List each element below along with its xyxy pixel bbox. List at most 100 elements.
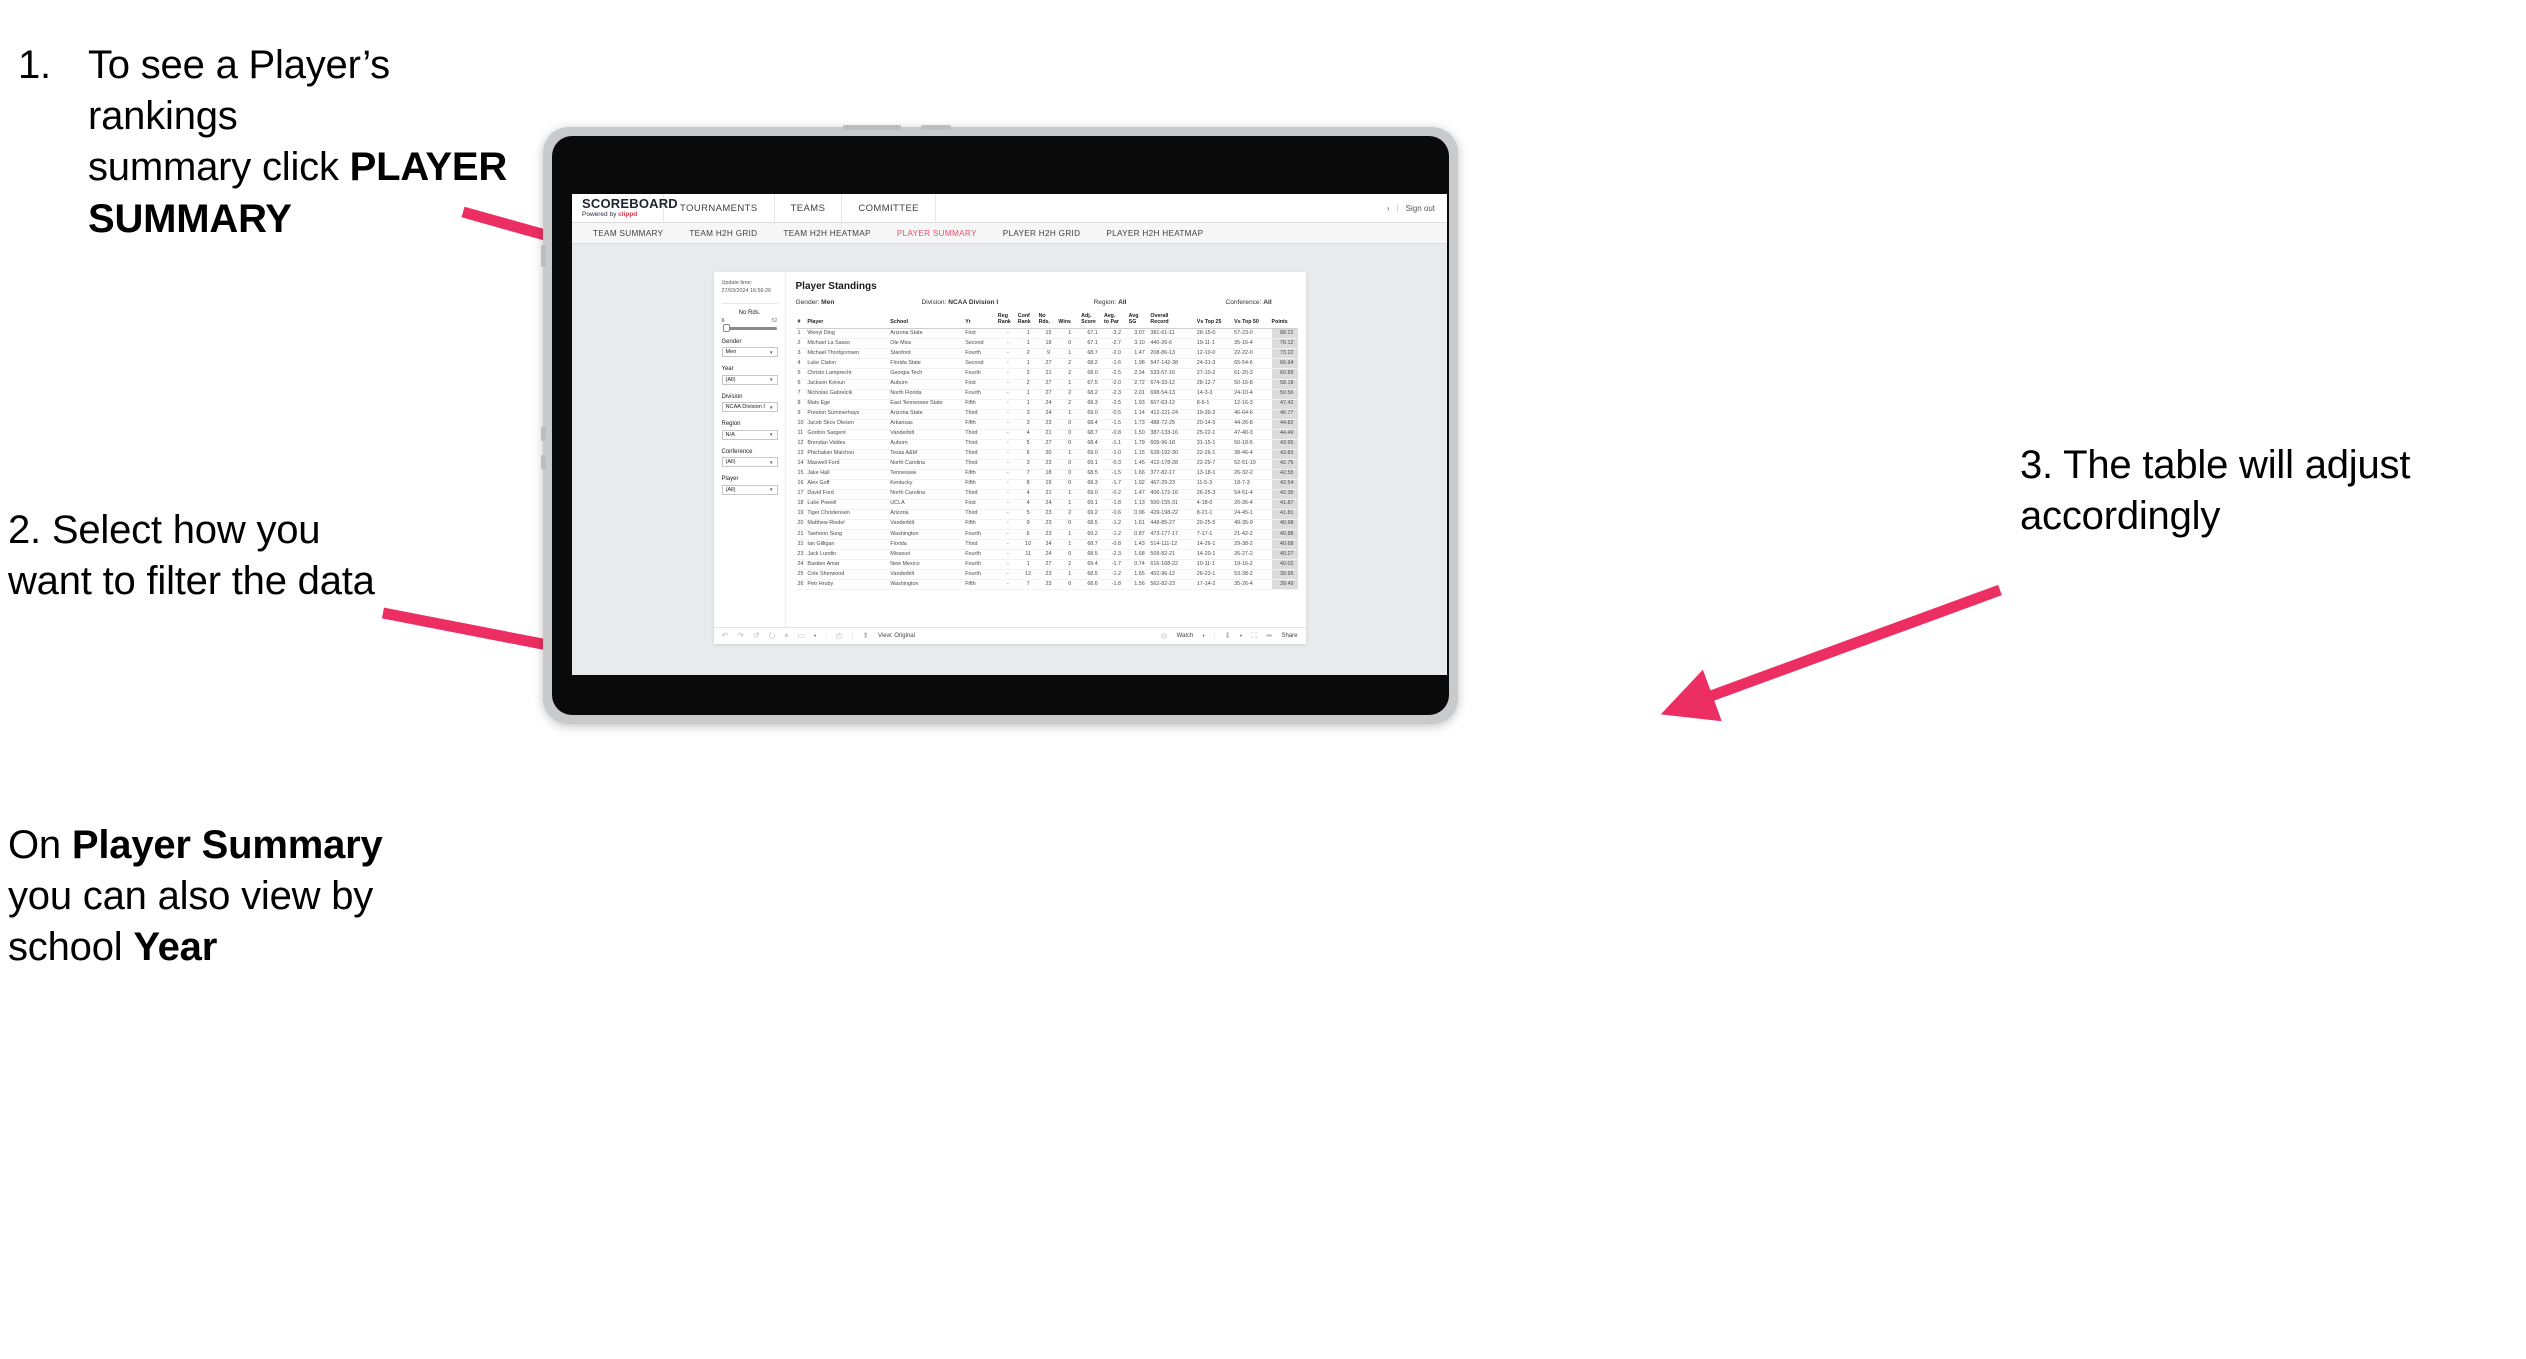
table-row[interactable]: 9 Preston Summerhays Arizona State Third -3 2… <box>795 409 1298 420</box>
cell-col-no-rds: 23 <box>1038 519 1059 530</box>
annotation-step-2b: On Player Summary you can also view by s… <box>8 820 428 974</box>
table-header-col-vs-top-50[interactable]: Vs Top 50 <box>1234 314 1272 330</box>
cell-col-conf-rank: 4 <box>1017 489 1039 500</box>
sign-out-link[interactable]: Sign out <box>1406 204 1435 213</box>
tab-player-h2h-heatmap[interactable]: PLAYER H2H HEATMAP <box>1093 229 1216 238</box>
cell-col-points: 40.02 <box>1271 559 1298 571</box>
table-row[interactable]: 15 Jake Hall Tennessee Fifth -7 18 0 68.5 -1.5 1.… <box>795 469 1298 480</box>
table-row[interactable]: 23 Jack Lundin Missouri Fourth -11 24 0 68.5 -2.… <box>795 549 1298 561</box>
table-row[interactable]: 7 Nicholas Gabrelcik North Florida Fourth -1… <box>795 389 1298 400</box>
view-icon[interactable]: ⬆ <box>862 632 869 640</box>
table-header-col-avg-sg[interactable]: Avg SG <box>1128 313 1151 330</box>
tab-player-summary[interactable]: PLAYER SUMMARY <box>884 229 990 238</box>
table-row[interactable]: 4 Luke Claton Florida State Second -1 27 2 68.2… <box>795 358 1298 370</box>
table-row[interactable]: 13 Phichaksn Maichon Texas A&M Third -6 30 1 69… <box>795 449 1298 460</box>
cell-col-wins: 1 <box>1058 539 1082 551</box>
watch-caret-icon[interactable]: ▾ <box>1202 633 1204 639</box>
pause-icon[interactable]: ⏸ <box>784 632 788 640</box>
table-header-col-school[interactable]: School <box>890 314 966 330</box>
cell-col-avg-sg: 1.79 <box>1128 439 1151 450</box>
watch-label[interactable]: Watch <box>1177 633 1194 639</box>
table-header-col-player[interactable]: Player <box>807 314 891 330</box>
share-label[interactable]: Share <box>1281 633 1297 639</box>
table-row[interactable]: 22 Ian Gilligan Florida Third -10 24 1 68.7 -0.8… <box>795 539 1298 551</box>
table-row[interactable]: 21 Taehoon Song Washington Fourth -6 23 1 69.2-… <box>795 529 1298 541</box>
region-select[interactable]: N/A ▼ <box>721 429 778 440</box>
table-header-col-adj-score[interactable]: Adj. Score <box>1081 313 1104 330</box>
cell-col-vs-top-25: 13-18-1 <box>1196 469 1235 480</box>
table-row[interactable]: 8 Mats Ege East Tennessee State Fifth -1 24 2 6… <box>795 399 1298 410</box>
filter-division-label: Division <box>721 393 743 400</box>
rect-select-caret-icon[interactable]: ▾ <box>814 633 816 639</box>
table-row[interactable]: 12 Brendan Valdes Auburn Third -5 27 0 68.4 -1.1… <box>795 439 1298 450</box>
division-select[interactable]: NCAA Division I ▼ <box>721 402 778 413</box>
table-header-col-wins[interactable]: Wins <box>1058 314 1082 330</box>
conference-select[interactable]: (All) ▼ <box>721 457 778 468</box>
table-header-col-vs-top-25[interactable]: Vs Top 25 <box>1196 314 1235 330</box>
cell-col-vs-top-25: 10-11-1 <box>1196 559 1235 571</box>
gender-select[interactable]: Men ▼ <box>721 347 778 358</box>
cell-col-adj-score: 68.2 <box>1081 358 1104 370</box>
table-header-col-conf-rank[interactable]: Conf Rank <box>1017 313 1039 330</box>
download-caret-icon[interactable]: ▾ <box>1240 633 1242 639</box>
table-row[interactable]: 16 Alex Goff Kentucky Fifth -8 19 0 68.3 -1.7 1.9… <box>795 479 1298 490</box>
table-row[interactable]: 3 Michael Thorbjornsen Stanford Fourth -2 9 1 6… <box>795 348 1298 360</box>
watch-icon[interactable]: ◎ <box>1161 632 1168 640</box>
tab-player-h2h-grid[interactable]: PLAYER H2H GRID <box>990 229 1094 238</box>
cell-col-year: Fourth <box>965 389 998 400</box>
table-header-col-overall-record[interactable]: Overall Record <box>1150 313 1197 330</box>
table-row[interactable]: 2 Michael La Sasso Ole Miss Second -1 18 0 67.1… <box>795 338 1298 350</box>
tab-team-h2h-grid[interactable]: TEAM H2H GRID <box>676 229 770 238</box>
table-row[interactable]: 14 Maxwell Ford North Carolina Third -3 23 0 69… <box>795 459 1298 470</box>
table-row[interactable]: 24 Bastien Amat New Mexico Fourth -1 27 2 69.4-… <box>795 559 1298 571</box>
top-nav-item-committee[interactable]: COMMITTEE <box>842 194 936 222</box>
cell-col-points: 42.35 <box>1271 489 1298 500</box>
table-row[interactable]: 5 Christo Lamprecht Georgia Tech Fourth -2 21… <box>795 368 1298 380</box>
top-nav-item-teams[interactable]: TEAMS <box>775 194 843 222</box>
year-select[interactable]: (All) ▼ <box>721 374 778 385</box>
cell-col-conf-rank: 1 <box>1017 338 1039 350</box>
table-header-col-avg-to-par[interactable]: Avg. to Par <box>1103 313 1129 330</box>
no-rds-slider[interactable] <box>722 324 777 333</box>
cell-col-no-rds: 21 <box>1038 368 1059 380</box>
table-row[interactable]: 26 Petr Hruby Washington Fifth -7 23 0 68.6 -1.8… <box>795 579 1298 591</box>
table-header-col-year[interactable]: Yr <box>965 314 998 330</box>
player-select[interactable]: (All) ▼ <box>721 484 778 495</box>
table-row[interactable]: 19 Tiger Christensen Arizona Third -5 23 2 69.2… <box>795 509 1298 520</box>
share-icon[interactable]: ➦ <box>1266 632 1273 640</box>
app-logo[interactable]: SCOREBOARD Powered by clippd <box>572 194 678 222</box>
cell-col-school: North Carolina <box>890 459 966 470</box>
download-icon[interactable]: ⬇ <box>1224 632 1231 640</box>
refresh-icon[interactable]: ⭮ <box>769 632 776 640</box>
user-menu-icon[interactable]: › <box>1387 204 1390 213</box>
table-header-col-rank[interactable]: # <box>795 314 808 330</box>
table-header-col-reg-rank[interactable]: Reg Rank <box>997 313 1018 330</box>
filter-gender: Gender Men ▼ <box>721 339 778 358</box>
no-rds-slider-handle[interactable] <box>722 324 730 333</box>
table-row[interactable]: 6 Jackson Koivun Auburn First -2 27 1 67.5 -2.0 2… <box>795 379 1298 390</box>
table-row[interactable]: 1 Wenyi Ding Arizona State First -1 15 1 67.1 -3… <box>795 328 1298 340</box>
table-row[interactable]: 18 Luke Powell UCLA First -4 24 1 69.1 -1.8 1.13 5… <box>795 499 1298 510</box>
tab-team-h2h-heatmap[interactable]: TEAM H2H HEATMAP <box>770 229 883 238</box>
view-original-label[interactable]: View: Original <box>878 633 915 639</box>
fullscreen-icon[interactable]: ⛶ <box>1251 632 1257 640</box>
tab-team-summary[interactable]: TEAM SUMMARY <box>580 229 676 238</box>
cell-col-no-rds: 21 <box>1038 489 1059 500</box>
table-row[interactable]: 25 Cole Sherwood Vanderbilt Fourth -12 23 1 68.… <box>795 569 1298 581</box>
clock-icon[interactable]: ◴ <box>836 632 843 640</box>
gender-select-value: Men <box>725 349 737 356</box>
meta-gender-value: Men <box>821 299 835 306</box>
table-row[interactable]: 11 Gordon Sargent Vanderbilt Third -4 21 0 68.7… <box>795 429 1298 440</box>
table-header-col-no-rds[interactable]: No Rds. <box>1038 313 1059 330</box>
top-nav-item-tournaments[interactable]: TOURNAMENTS <box>664 194 775 222</box>
cell-col-adj-score: 69.4 <box>1081 559 1104 571</box>
rect-select-icon[interactable]: ▭ <box>797 632 805 640</box>
table-row[interactable]: 20 Matthew Riedel Vanderbilt Fifth -9 23 0 68.5… <box>795 519 1298 530</box>
undo-icon[interactable]: ↶ <box>722 632 729 640</box>
redo-icon[interactable]: ↷ <box>737 632 744 640</box>
revert-icon[interactable]: ↺ <box>753 632 760 640</box>
table-row[interactable]: 10 Jacob Skov Olesen Arkansas Fifth -3 23 0 68.… <box>795 419 1298 430</box>
table-header-col-points[interactable]: Points <box>1271 314 1298 330</box>
table-row[interactable]: 17 David Ford North Carolina Third -4 21 1 69.0… <box>795 489 1298 500</box>
cell-col-reg-rank: - <box>997 409 1018 420</box>
